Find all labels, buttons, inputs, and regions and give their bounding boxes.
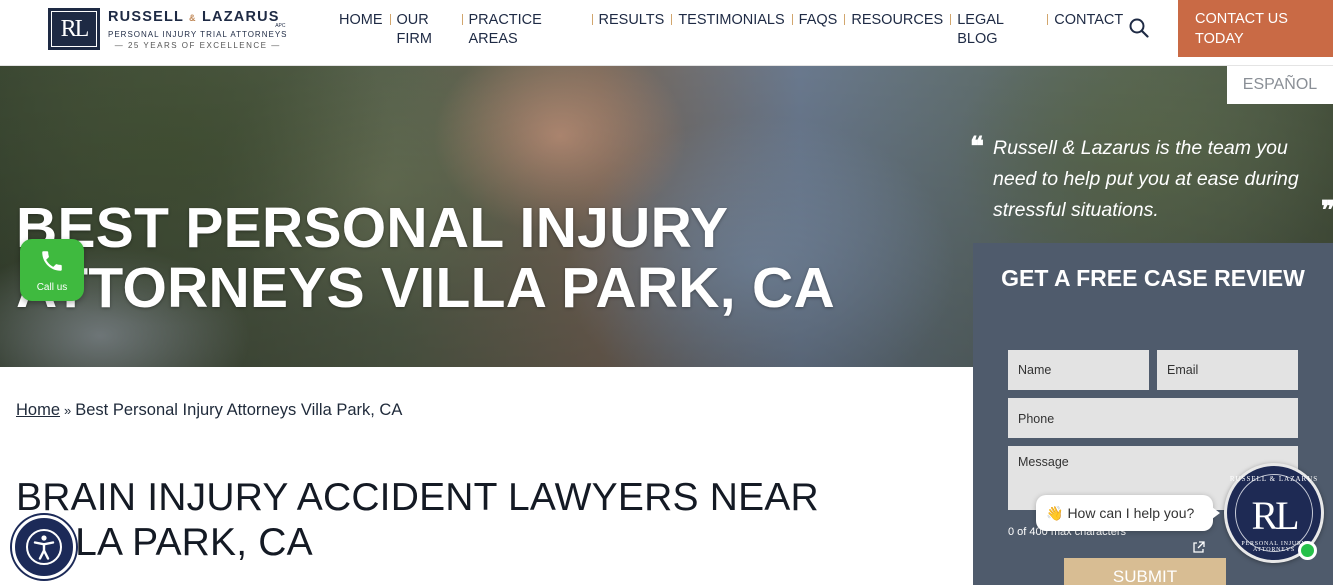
nav-practice-areas[interactable]: PRACTICE AREAS bbox=[461, 11, 592, 49]
testimonial-quote: ❝ Russell & Lazarus is the team you need… bbox=[970, 131, 1333, 226]
name-field[interactable]: Name bbox=[1008, 350, 1149, 390]
external-link-icon[interactable] bbox=[1192, 541, 1205, 554]
quote-open-icon: ❝ bbox=[970, 131, 984, 161]
avatar-ring-top-text: RUSSELL & LAZARUS bbox=[1229, 475, 1319, 483]
nav-contact[interactable]: CONTACT bbox=[1047, 11, 1130, 49]
main-nav: HOME OUR FIRM PRACTICE AREAS RESULTS TES… bbox=[332, 11, 1130, 49]
breadcrumb: Home » Best Personal Injury Attorneys Vill… bbox=[16, 401, 402, 420]
logo-name-left: RUSSELL bbox=[108, 8, 184, 25]
site-header: RL RUSSELL & LAZARUS APC PERSONAL INJURY… bbox=[0, 0, 1333, 66]
call-us-button[interactable]: Call us bbox=[20, 239, 84, 301]
logo-years: — 25 YEARS OF EXCELLENCE — bbox=[114, 40, 281, 50]
online-status-dot bbox=[1298, 541, 1317, 560]
call-us-label: Call us bbox=[36, 282, 68, 293]
quote-close-icon: ❞ bbox=[1321, 195, 1333, 225]
accessibility-icon[interactable] bbox=[12, 515, 76, 579]
logo-monogram: RL bbox=[48, 8, 100, 50]
nav-results[interactable]: RESULTS bbox=[591, 11, 672, 49]
nav-faqs[interactable]: FAQS bbox=[791, 11, 845, 49]
site-logo[interactable]: RL RUSSELL & LAZARUS APC PERSONAL INJURY… bbox=[48, 8, 288, 50]
email-field[interactable]: Email bbox=[1157, 350, 1298, 390]
hero-title: BEST PERSONAL INJURY ATTORNEYS VILLA PAR… bbox=[16, 198, 835, 318]
chat-prompt-bubble[interactable]: 👋 How can I help you? bbox=[1036, 495, 1220, 531]
logo-tagline: PERSONAL INJURY TRIAL ATTORNEYS bbox=[108, 29, 288, 39]
breadcrumb-home-link[interactable]: Home bbox=[16, 401, 60, 419]
nav-testimonials[interactable]: TESTIMONIALS bbox=[671, 11, 791, 49]
phone-icon bbox=[42, 251, 62, 271]
breadcrumb-current: Best Personal Injury Attorneys Villa Par… bbox=[75, 401, 403, 419]
chat-prompt-text: How can I help you? bbox=[1067, 505, 1195, 521]
search-icon[interactable] bbox=[1128, 17, 1150, 39]
quote-text: Russell & Lazarus is the team you need t… bbox=[993, 137, 1299, 221]
breadcrumb-separator: » bbox=[64, 403, 72, 418]
logo-firm-name: RUSSELL & LAZARUS bbox=[108, 9, 288, 25]
phone-field[interactable]: Phone bbox=[1008, 398, 1298, 438]
nav-legal-blog[interactable]: LEGAL BLOG bbox=[950, 11, 1047, 49]
hero-title-line-1: BEST PERSONAL INJURY bbox=[16, 196, 729, 260]
submit-button[interactable]: SUBMIT bbox=[1064, 558, 1226, 585]
page-heading: BRAIN INJURY ACCIDENT LAWYERS NEAR VILLA… bbox=[16, 476, 819, 564]
avatar-monogram: RL bbox=[1251, 493, 1299, 538]
nav-resources[interactable]: RESOURCES bbox=[844, 11, 950, 49]
nav-our-firm[interactable]: OUR FIRM bbox=[389, 11, 462, 49]
language-toggle[interactable]: ESPAÑOL bbox=[1227, 66, 1333, 104]
nav-home[interactable]: HOME bbox=[332, 11, 390, 49]
logo-text: RUSSELL & LAZARUS APC PERSONAL INJURY TR… bbox=[108, 9, 288, 50]
form-title: GET A FREE CASE REVIEW bbox=[1001, 265, 1305, 291]
wave-icon: 👋 bbox=[1046, 505, 1064, 521]
hero-title-line-2: ATTORNEYS VILLA PARK, CA bbox=[16, 256, 835, 320]
logo-ampersand: & bbox=[189, 12, 197, 23]
logo-name-right: LAZARUS bbox=[201, 8, 280, 25]
contact-us-button[interactable]: CONTACT US TODAY bbox=[1178, 0, 1333, 57]
